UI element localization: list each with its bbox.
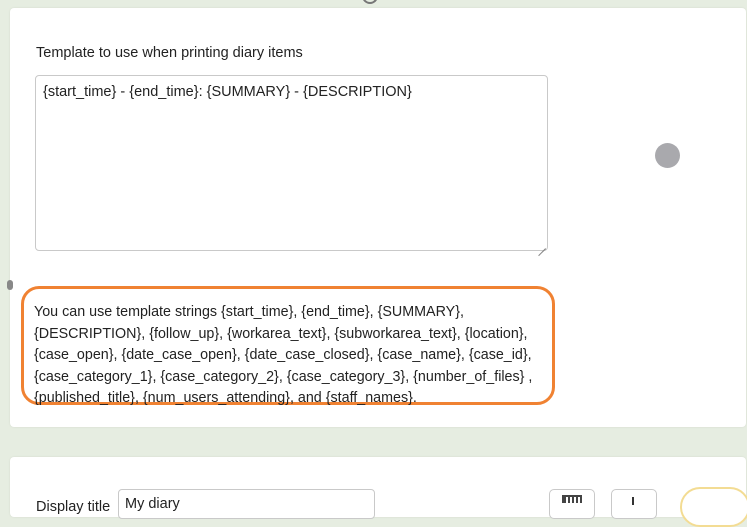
top-partial-glyph (362, 0, 378, 4)
move-up-button[interactable] (611, 489, 657, 519)
template-label: Template to use when printing diary item… (36, 45, 303, 61)
status-dot (655, 143, 680, 168)
left-edge-marker (7, 280, 13, 290)
arrow-up-icon (632, 497, 634, 505)
printer-icon (562, 495, 582, 503)
template-textarea[interactable]: {start_time} - {end_time}: {SUMMARY} - {… (35, 75, 548, 251)
display-title-input[interactable] (118, 489, 375, 519)
template-help-text: You can use template strings {start_time… (21, 286, 555, 406)
display-settings-card: Display title (10, 457, 747, 527)
diary-template-card: Template to use when printing diary item… (7, 8, 746, 427)
display-title-label: Display title (36, 499, 111, 515)
textarea-resize-handle[interactable] (538, 241, 546, 249)
toggle-button[interactable] (680, 487, 747, 527)
print-button[interactable] (549, 489, 595, 519)
